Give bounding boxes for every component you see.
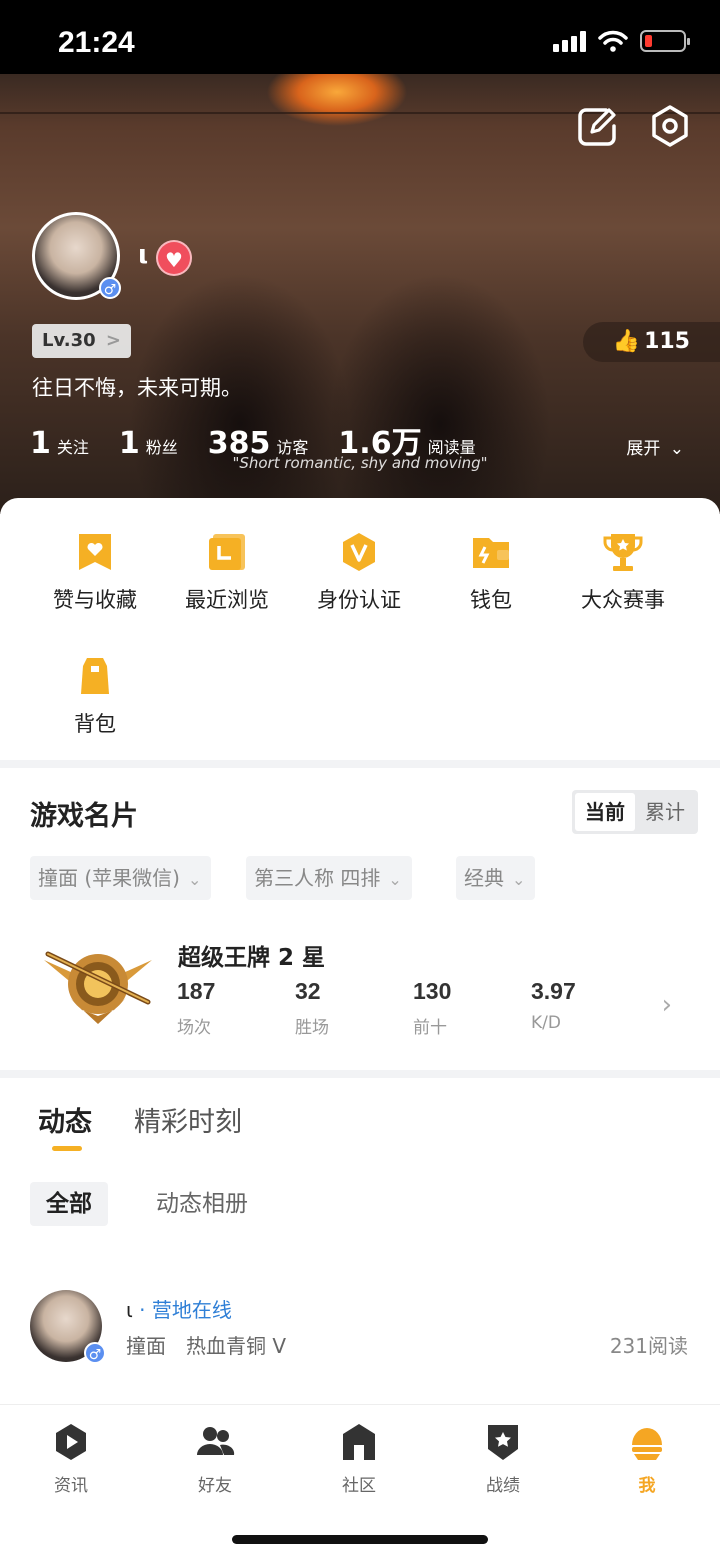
rank-emblem-icon [44, 951, 152, 1024]
game-stat-wins: 32 胜场 [295, 978, 405, 1038]
friends-icon [197, 1427, 235, 1455]
action-label: 背包 [74, 712, 116, 736]
tab-posts[interactable]: 动态 [38, 1100, 92, 1139]
verification-icon [343, 533, 375, 571]
action-recent-browse[interactable]: 最近浏览 [161, 530, 293, 614]
bottom-tab-bar: 资讯 好友 社区 战绩 我 [0, 1404, 720, 1558]
game-stat-value: 130 [413, 978, 452, 1004]
profile-banner: ♂ ι ♥ Lv.30 > 👍 115 往日不悔，未来可期。 1 关注 1 粉丝 … [0, 74, 720, 514]
tabbar-label: 战绩 [486, 1476, 520, 1496]
game-stat-value: 3.97 [531, 978, 576, 1004]
male-gender-icon: ♂ [84, 1342, 106, 1364]
recent-browse-icon [209, 534, 245, 570]
game-card-title: 游戏名片 [30, 801, 138, 832]
status-time: 21:24 [58, 26, 135, 59]
chevron-down-icon: ⌄ [187, 870, 202, 889]
level-badge[interactable]: Lv.30 > [32, 324, 131, 358]
tabbar-friends[interactable]: 好友 [165, 1421, 265, 1496]
thumbs-up-icon: 👍 [612, 329, 641, 354]
game-card: 游戏名片 当前 累计 撞面 (苹果微信) ⌄ 第三人称 四排 ⌄ 经典 ⌄ 超级王牌 … [0, 768, 720, 1070]
likes-favorites-icon [79, 534, 111, 570]
me-icon [632, 1428, 662, 1460]
tab-highlights[interactable]: 精彩时刻 [134, 1100, 242, 1139]
game-stat-top10: 130 前十 [413, 978, 523, 1038]
segment-cumulative[interactable]: 累计 [635, 793, 695, 831]
chip-album[interactable]: 动态相册 [140, 1182, 264, 1226]
tabbar-news[interactable]: 资讯 [21, 1421, 121, 1496]
profile-username: ι [138, 240, 149, 270]
quick-actions-card: 赞与收藏 最近浏览 身份认证 钱包 大众赛事 背包 [0, 498, 720, 760]
banner-subtitle: "Short romantic, shy and moving" [232, 454, 488, 472]
status-bar: 21:24 [0, 0, 720, 74]
action-label: 赞与收藏 [53, 588, 137, 612]
game-stat-label: K/D [531, 1013, 561, 1033]
like-count: 115 [644, 329, 690, 354]
action-label: 钱包 [470, 588, 512, 612]
tabbar-records[interactable]: 战绩 [453, 1421, 553, 1496]
action-verification[interactable]: 身份认证 [293, 530, 425, 614]
battery-icon [640, 30, 690, 52]
action-tournament[interactable]: 大众赛事 [557, 530, 689, 614]
action-label: 最近浏览 [185, 588, 269, 612]
chevron-right-icon[interactable]: › [662, 990, 672, 1020]
game-stat-value: 187 [177, 978, 216, 1004]
profile-bio: 往日不悔，未来可期。 [32, 376, 242, 400]
filter-label: 撞面 (苹果微信) [38, 866, 180, 890]
post-read-count: 231阅读 [609, 1334, 688, 1358]
feed-section: 动态 精彩时刻 全部 动态相册 ♂ ι · 营地在线 撞面 热血青铜 V 231… [0, 1078, 720, 1408]
post-avatar[interactable]: ♂ [30, 1290, 106, 1364]
game-stat-label: 前十 [413, 1018, 447, 1038]
action-label: 大众赛事 [581, 588, 665, 612]
status-icons [553, 30, 690, 52]
profile-avatar[interactable]: ♂ [32, 212, 121, 300]
backpack-icon [81, 658, 109, 694]
tabbar-label: 好友 [198, 1476, 232, 1496]
filter-mode-dropdown[interactable]: 第三人称 四排 ⌄ [246, 856, 412, 900]
community-icon [343, 1424, 375, 1460]
game-stat-value: 32 [295, 978, 321, 1004]
action-likes-favorites[interactable]: 赞与收藏 [29, 530, 161, 614]
filter-server-dropdown[interactable]: 撞面 (苹果微信) ⌄ [30, 856, 212, 900]
post-author: ι · 营地在线 [126, 1294, 232, 1323]
chip-all[interactable]: 全部 [30, 1182, 108, 1226]
tabbar-label: 我 [638, 1476, 656, 1496]
action-wallet[interactable]: 钱包 [425, 530, 557, 614]
game-stat-label: 场次 [177, 1018, 211, 1038]
game-stat-kd: 3.97 K/D [531, 978, 641, 1033]
action-backpack[interactable]: 背包 [29, 654, 161, 738]
tabbar-label: 社区 [342, 1476, 376, 1496]
male-gender-icon: ♂ [99, 277, 121, 299]
level-text: Lv.30 [42, 330, 96, 351]
tabbar-me[interactable]: 我 [597, 1421, 697, 1496]
post-online-status: · 营地在线 [139, 1298, 232, 1322]
post-meta: 撞面 热血青铜 V [126, 1334, 287, 1358]
segment-control: 当前 累计 [572, 790, 698, 834]
home-indicator[interactable] [232, 1535, 488, 1544]
segment-current[interactable]: 当前 [575, 793, 635, 831]
rank-name: 超级王牌 2 星 [178, 945, 326, 971]
edit-profile-icon[interactable] [576, 106, 618, 148]
filter-label: 经典 [464, 866, 504, 890]
game-stat-matches: 187 场次 [177, 978, 287, 1038]
tabbar-label: 资讯 [54, 1476, 88, 1496]
heart-icon[interactable]: ♥ [156, 240, 192, 276]
chevron-down-icon: ⌄ [388, 870, 402, 889]
action-label: 身份认证 [317, 588, 401, 612]
like-count-button[interactable]: 👍 115 [582, 322, 720, 362]
post-author-name[interactable]: ι [126, 1298, 133, 1322]
wifi-icon [598, 30, 628, 52]
tab-underline [52, 1146, 82, 1151]
news-icon [56, 1424, 86, 1460]
record-icon [488, 1425, 518, 1460]
game-stat-label: 胜场 [295, 1018, 329, 1038]
signal-icon [553, 30, 586, 52]
filter-label: 第三人称 四排 [254, 866, 381, 890]
settings-icon[interactable] [648, 104, 692, 148]
chevron-right-icon: > [105, 330, 121, 351]
wallet-icon [473, 538, 509, 568]
trophy-icon [603, 534, 643, 571]
filter-map-dropdown[interactable]: 经典 ⌄ [456, 856, 536, 900]
tabbar-community[interactable]: 社区 [309, 1421, 409, 1496]
chevron-down-icon: ⌄ [512, 870, 526, 889]
